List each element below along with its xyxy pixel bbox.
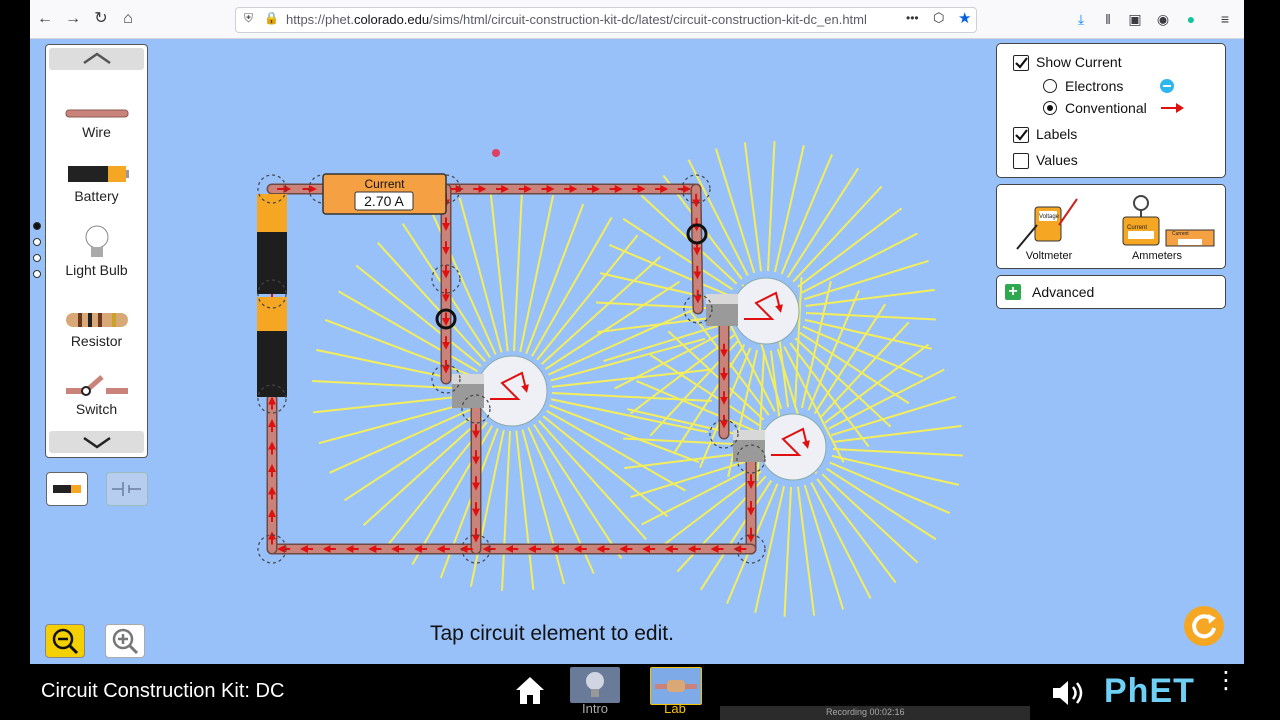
- ammeter-probe-tag: Current: [1127, 225, 1148, 231]
- lab-screen-button[interactable]: [650, 667, 702, 705]
- battery-upper[interactable]: [257, 194, 287, 294]
- light-ray: [641, 464, 758, 526]
- electrons-radio[interactable]: [1043, 79, 1057, 93]
- sound-icon[interactable]: [1050, 678, 1086, 708]
- values-label: Values: [1036, 152, 1078, 168]
- light-ray: [783, 486, 792, 617]
- light-ray: [805, 312, 936, 321]
- library-icon[interactable]: ‖: [1099, 10, 1117, 28]
- recording-text: Recording 00:02:16: [826, 707, 905, 717]
- forward-icon[interactable]: →: [64, 10, 82, 28]
- view-options-panel: Show Current Electrons Conventional Labe…: [996, 43, 1226, 178]
- lab-screen-label[interactable]: Lab: [645, 701, 705, 716]
- ammeter-title: Current: [364, 177, 405, 191]
- light-bulb-icon: [586, 672, 604, 697]
- simulation-area: Wire Battery Light Bulb Resistor Switch: [30, 39, 1244, 664]
- labels-checkbox[interactable]: [1013, 127, 1029, 143]
- electron-icon: [1160, 79, 1174, 93]
- grammarly-icon[interactable]: ●: [1182, 10, 1200, 28]
- light-bulb-1[interactable]: [452, 355, 548, 427]
- ammeters-icon[interactable]: [1105, 193, 1215, 249]
- reset-all-button[interactable]: [1184, 606, 1224, 646]
- page-actions-icon[interactable]: •••: [906, 11, 919, 25]
- checkmark-icon: [1015, 57, 1028, 69]
- light-ray: [767, 141, 776, 272]
- battery-lower[interactable]: [257, 297, 287, 397]
- back-icon[interactable]: ←: [36, 10, 54, 28]
- voltmeter-label: Voltmeter: [1025, 250, 1073, 262]
- light-ray: [828, 368, 945, 430]
- light-ray: [501, 430, 511, 591]
- reload-icon[interactable]: ↻: [92, 10, 110, 28]
- voltmeter-tag: Voltage: [1039, 214, 1060, 220]
- home-icon[interactable]: ⌂: [119, 10, 137, 28]
- home-icon[interactable]: [512, 674, 548, 706]
- light-ray: [458, 197, 503, 353]
- electrons-label: Electrons: [1065, 78, 1124, 94]
- browser-toolbar: ← → ↻ ⌂ ⛨ 🔒 https://phet.colorado.edu/si…: [30, 0, 1244, 39]
- hint-text: Tap circuit element to edit.: [430, 622, 674, 645]
- advanced-label: Advanced: [1032, 284, 1095, 300]
- menu-icon[interactable]: ≡: [1216, 10, 1234, 28]
- show-current-label: Show Current: [1036, 54, 1122, 70]
- light-ray: [363, 417, 484, 526]
- ammeters-label: Ammeters: [1131, 250, 1183, 262]
- ammeter-series-tag: Current: [1172, 231, 1189, 237]
- intro-screen-button[interactable]: [570, 667, 620, 703]
- light-ray: [801, 232, 918, 294]
- shield-icon[interactable]: ⛨: [244, 11, 253, 26]
- light-ray: [513, 191, 523, 352]
- conventional-label: Conventional: [1065, 100, 1147, 116]
- mouse-pointer: [492, 149, 500, 157]
- lock-icon[interactable]: 🔒: [264, 11, 279, 25]
- labels-label: Labels: [1036, 126, 1078, 142]
- advanced-panel[interactable]: + Advanced: [996, 275, 1226, 309]
- checkmark-icon: [1015, 129, 1028, 141]
- conventional-arrow-icon: [1161, 103, 1184, 113]
- phet-menu-icon[interactable]: ⋮: [1214, 669, 1238, 693]
- zoom-in-button[interactable]: [105, 624, 145, 658]
- expand-plus-icon[interactable]: +: [1005, 284, 1021, 300]
- light-ray: [810, 482, 872, 599]
- zoom-out-icon: [52, 628, 79, 655]
- recording-indicator: Recording 00:02:16: [720, 706, 1030, 720]
- conventional-radio[interactable]: [1043, 101, 1057, 115]
- light-ray: [521, 429, 566, 585]
- light-ray: [515, 430, 535, 590]
- downloads-icon[interactable]: ⤓: [1072, 10, 1090, 28]
- intro-screen-label[interactable]: Intro: [565, 701, 625, 716]
- phet-logo[interactable]: PhET: [1104, 672, 1195, 711]
- light-ray: [377, 242, 486, 363]
- zoom-in-icon: [112, 628, 139, 655]
- zoom-out-button[interactable]: [45, 624, 85, 658]
- radio-selected-dot: [1047, 105, 1053, 111]
- show-current-checkbox[interactable]: [1013, 55, 1029, 71]
- url-text[interactable]: https://phet.colorado.edu/sims/html/circ…: [286, 12, 867, 27]
- resistor-icon: [655, 680, 697, 692]
- sensor-toolbox: Voltage Voltmeter Current Current Ammete…: [996, 184, 1226, 269]
- bookmark-star-icon[interactable]: ★: [958, 9, 971, 27]
- light-ray: [318, 400, 474, 445]
- ammeter-value: 2.70 A: [364, 193, 404, 209]
- light-ray: [489, 192, 509, 352]
- reset-icon: [1192, 614, 1216, 639]
- sim-title: Circuit Construction Kit: DC: [41, 680, 285, 702]
- address-bar[interactable]: ⛨ 🔒 https://phet.colorado.edu/sims/html/…: [235, 7, 977, 33]
- light-ray: [832, 448, 963, 457]
- voltmeter-icon[interactable]: [1011, 195, 1087, 251]
- light-ray: [313, 394, 473, 414]
- values-checkbox[interactable]: [1013, 153, 1029, 169]
- navigation-bar: Circuit Construction Kit: DC Intro Lab R…: [30, 664, 1244, 720]
- pocket-icon[interactable]: ⬡: [933, 10, 944, 26]
- account-icon[interactable]: ◉: [1154, 10, 1172, 28]
- sidebar-icon[interactable]: ▣: [1126, 10, 1144, 28]
